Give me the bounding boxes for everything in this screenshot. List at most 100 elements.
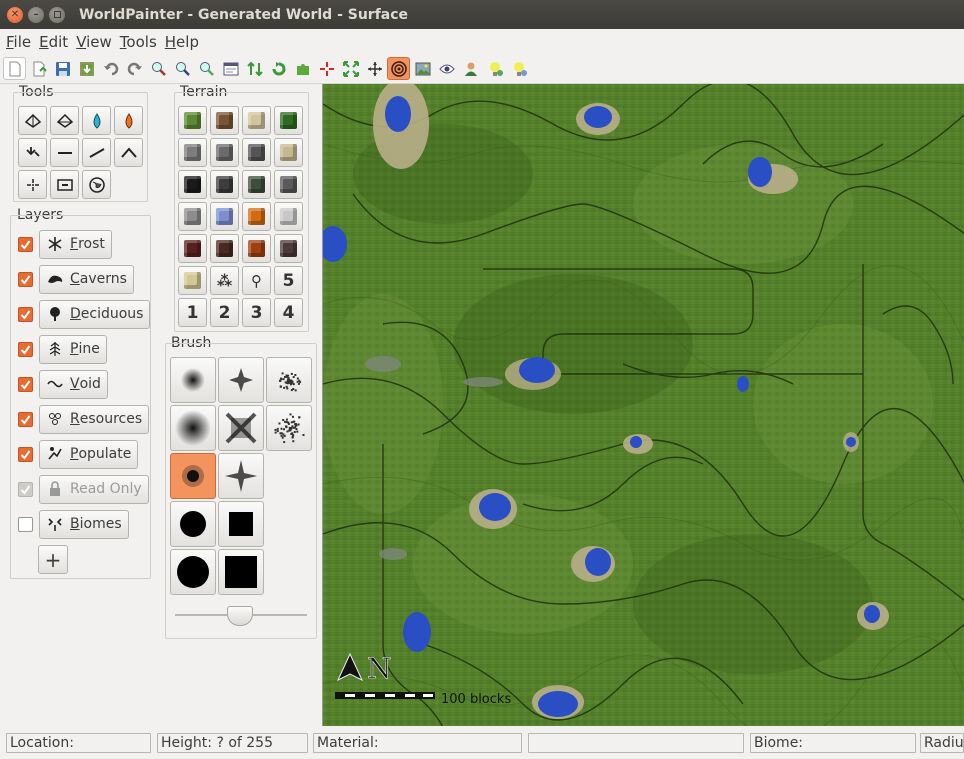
terrain-swatch[interactable] bbox=[274, 106, 303, 135]
save-world-button[interactable] bbox=[51, 57, 74, 80]
terrain-swatch[interactable] bbox=[178, 170, 207, 199]
lower-mountain-tool[interactable] bbox=[50, 106, 79, 135]
terrain-swatch[interactable] bbox=[210, 106, 239, 135]
slider-thumb[interactable] bbox=[227, 606, 253, 626]
zoom-reset-button[interactable] bbox=[171, 57, 194, 80]
center-button[interactable] bbox=[315, 57, 338, 80]
terrain-swatch[interactable] bbox=[178, 138, 207, 167]
brush-noise[interactable] bbox=[266, 357, 312, 403]
layer-button-populate[interactable]: Populate bbox=[39, 440, 138, 469]
minimize-window-button[interactable]: – bbox=[28, 7, 44, 23]
height-button[interactable] bbox=[243, 57, 266, 80]
layer-button-caverns[interactable]: Caverns bbox=[39, 265, 134, 294]
layer-visibility-checkbox[interactable] bbox=[18, 377, 33, 392]
layer-visibility-checkbox[interactable] bbox=[18, 342, 33, 357]
move-button[interactable] bbox=[363, 57, 386, 80]
layer-button-frost[interactable]: Frost bbox=[39, 230, 112, 259]
smooth-tool[interactable] bbox=[18, 170, 47, 199]
terrain-swatch[interactable] bbox=[242, 170, 271, 199]
menu-edit[interactable]: Edit bbox=[35, 33, 72, 51]
slope-tool[interactable] bbox=[82, 138, 111, 167]
view-button[interactable] bbox=[435, 57, 458, 80]
terrain-swatch[interactable] bbox=[178, 106, 207, 135]
layer-button-pine[interactable]: Pine bbox=[39, 335, 107, 364]
menu-view[interactable]: View bbox=[72, 33, 116, 51]
layer-visibility-checkbox[interactable] bbox=[18, 272, 33, 287]
menu-file[interactable]: File bbox=[2, 33, 35, 51]
flatten-tool[interactable] bbox=[50, 138, 79, 167]
global-operations-tool[interactable] bbox=[82, 170, 111, 199]
layer-button-biomes[interactable]: Biomes bbox=[39, 510, 129, 539]
raise-mountain-tool[interactable] bbox=[18, 106, 47, 135]
terrain-swatch[interactable] bbox=[210, 170, 239, 199]
plugins-button[interactable] bbox=[291, 57, 314, 80]
layer-visibility-checkbox[interactable] bbox=[18, 412, 33, 427]
terrain-swatch[interactable]: ⚲ bbox=[242, 266, 271, 295]
lava-tool[interactable] bbox=[114, 106, 143, 135]
terrain-swatch[interactable] bbox=[178, 266, 207, 295]
redo-button[interactable] bbox=[123, 57, 146, 80]
brush-circle[interactable] bbox=[170, 549, 216, 595]
undo-button[interactable] bbox=[99, 57, 122, 80]
brush-square[interactable] bbox=[218, 549, 264, 595]
layer-visibility-checkbox[interactable] bbox=[18, 237, 33, 252]
layer-visibility-checkbox[interactable] bbox=[18, 517, 33, 532]
sponge-tool[interactable] bbox=[18, 138, 47, 167]
terrain-swatch[interactable]: ⁂ bbox=[210, 266, 239, 295]
map-canvas[interactable]: N 100 blocks bbox=[322, 84, 964, 726]
dimensions-button[interactable] bbox=[219, 57, 242, 80]
tips-button[interactable] bbox=[507, 57, 530, 80]
menu-help[interactable]: Help bbox=[161, 33, 203, 51]
terrain-swatch[interactable] bbox=[274, 138, 303, 167]
fit-button[interactable] bbox=[339, 57, 362, 80]
terrain-swatch[interactable] bbox=[178, 202, 207, 231]
brush-square-soft[interactable] bbox=[218, 405, 264, 451]
terrain-swatch[interactable] bbox=[242, 202, 271, 231]
terrain-swatch[interactable] bbox=[242, 138, 271, 167]
hints-button[interactable] bbox=[483, 57, 506, 80]
custom-terrain-button[interactable]: 1 bbox=[178, 298, 207, 327]
terrain-swatch[interactable] bbox=[210, 202, 239, 231]
zoom-out-button[interactable] bbox=[195, 57, 218, 80]
custom-terrain-button[interactable]: 2 bbox=[210, 298, 239, 327]
terrain-swatch[interactable] bbox=[274, 202, 303, 231]
export-world-button[interactable] bbox=[75, 57, 98, 80]
add-layer-button[interactable]: + bbox=[38, 545, 68, 574]
brush-star-big[interactable] bbox=[218, 453, 264, 499]
open-world-button[interactable] bbox=[27, 57, 50, 80]
terrain-swatch[interactable] bbox=[242, 234, 271, 263]
brush-circle[interactable] bbox=[170, 501, 216, 547]
players-button[interactable] bbox=[459, 57, 482, 80]
layer-visibility-checkbox[interactable] bbox=[18, 307, 33, 322]
height-tool[interactable] bbox=[114, 138, 143, 167]
rotate-button[interactable] bbox=[267, 57, 290, 80]
terrain-swatch[interactable] bbox=[210, 234, 239, 263]
custom-terrain-button[interactable]: 3 bbox=[242, 298, 271, 327]
brush-size-slider[interactable] bbox=[175, 603, 307, 625]
text-tool[interactable] bbox=[50, 170, 79, 199]
maximize-window-button[interactable] bbox=[49, 7, 65, 23]
brush-noise2[interactable] bbox=[266, 405, 312, 451]
layer-button-deciduous[interactable]: Deciduous bbox=[39, 300, 150, 329]
brush-radial[interactable] bbox=[170, 405, 216, 451]
new-world-button[interactable] bbox=[3, 57, 26, 80]
layer-button-resources[interactable]: Resources bbox=[39, 405, 149, 434]
menu-tools[interactable]: Tools bbox=[116, 33, 161, 51]
flood-tool[interactable] bbox=[82, 106, 111, 135]
zoom-in-button[interactable] bbox=[147, 57, 170, 80]
spawn-button[interactable] bbox=[387, 57, 410, 80]
terrain-swatch[interactable] bbox=[210, 138, 239, 167]
custom-terrain-button[interactable]: 4 bbox=[274, 298, 303, 327]
image-overlay-button[interactable] bbox=[411, 57, 434, 80]
brush-square[interactable] bbox=[218, 501, 264, 547]
terrain-swatch[interactable] bbox=[178, 234, 207, 263]
terrain-swatch[interactable] bbox=[242, 106, 271, 135]
custom-terrain-button[interactable]: 5 bbox=[274, 266, 303, 295]
brush-star[interactable] bbox=[218, 357, 264, 403]
brush-radial[interactable] bbox=[170, 357, 216, 403]
layer-visibility-checkbox[interactable] bbox=[18, 447, 33, 462]
terrain-swatch[interactable] bbox=[274, 234, 303, 263]
brush-radial-dot[interactable] bbox=[170, 453, 216, 499]
terrain-swatch[interactable] bbox=[274, 170, 303, 199]
layer-button-void[interactable]: Void bbox=[39, 370, 108, 399]
